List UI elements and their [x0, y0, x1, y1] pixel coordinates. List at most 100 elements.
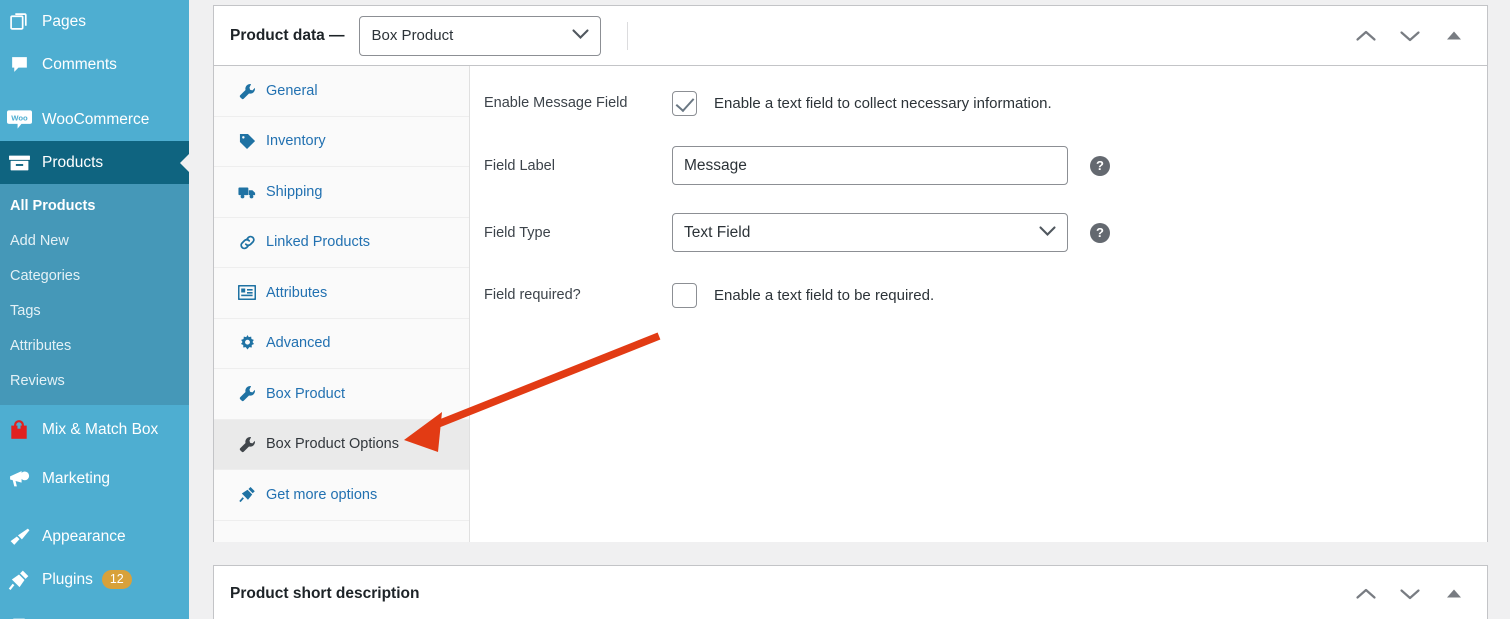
- move-down-button[interactable]: [1393, 577, 1427, 611]
- sidebar-item-label: Products: [42, 153, 104, 171]
- wrench-icon: [236, 436, 258, 453]
- sidebar-item-marketing[interactable]: Marketing: [0, 454, 189, 503]
- sidebar-item-partial[interactable]: [0, 601, 189, 619]
- enable-message-description: Enable a text field to collect necessary…: [714, 94, 1052, 112]
- tab-get-more-options[interactable]: Get more options: [214, 470, 469, 521]
- tab-advanced[interactable]: Advanced: [214, 318, 469, 369]
- short-description-panel: Product short description: [213, 565, 1488, 619]
- field-row-field-label: Field Label ?: [484, 146, 1487, 185]
- submenu-item-all-products[interactable]: All Products: [0, 189, 189, 224]
- submenu-item-reviews[interactable]: Reviews: [0, 364, 189, 399]
- bag-icon: [2, 419, 36, 441]
- field-label-field-type: Field Type: [484, 224, 551, 241]
- submenu-item-categories[interactable]: Categories: [0, 259, 189, 294]
- content-area: Product data — Box Product General Inven…: [189, 0, 1510, 619]
- link-icon: [236, 234, 258, 251]
- sidebar-item-label: Mix & Match Box: [42, 420, 159, 438]
- short-description-title: Product short description: [230, 584, 420, 602]
- box-product-options-fields: Enable Message Field Enable a text field…: [470, 66, 1487, 542]
- product-type-select-wrapper: Box Product: [358, 15, 601, 56]
- tag-icon: [236, 133, 258, 150]
- sidebar-item-label: Marketing: [42, 469, 111, 487]
- tab-label: Inventory: [266, 133, 326, 150]
- tab-attributes[interactable]: Attributes: [214, 268, 469, 319]
- sidebar-item-products[interactable]: Products: [0, 141, 189, 184]
- plug-icon: [236, 486, 258, 503]
- tab-inventory[interactable]: Inventory: [214, 116, 469, 167]
- paintbrush-icon: [2, 526, 36, 548]
- sidebar-item-label: Plugins: [42, 570, 93, 588]
- tab-box-product-options[interactable]: Box Product Options: [214, 419, 469, 470]
- submenu-item-attributes[interactable]: Attributes: [0, 329, 189, 364]
- sidebar-item-appearance[interactable]: Appearance: [0, 515, 189, 558]
- product-data-tabs: General Inventory Shipping Linked Produc…: [214, 66, 470, 542]
- header-divider: [626, 21, 628, 50]
- tab-linked-products[interactable]: Linked Products: [214, 217, 469, 268]
- sidebar-item-label: Pages: [42, 12, 86, 30]
- field-label-enable-message: Enable Message Field: [484, 95, 628, 111]
- tools-icon: [2, 612, 36, 619]
- toggle-panel-button[interactable]: [1437, 19, 1471, 53]
- sidebar-item-label: WooCommerce: [42, 110, 150, 128]
- product-data-body: General Inventory Shipping Linked Produc…: [214, 66, 1487, 542]
- move-down-button[interactable]: [1393, 19, 1427, 53]
- tab-label: Attributes: [266, 284, 328, 301]
- tab-label: Advanced: [266, 335, 331, 352]
- panel-handles: [1349, 19, 1479, 53]
- move-up-button[interactable]: [1349, 19, 1383, 53]
- field-required-description: Enable a text field to be required.: [714, 286, 935, 304]
- woocommerce-icon: Woo: [2, 109, 36, 131]
- sidebar-item-label: Appearance: [42, 527, 126, 545]
- field-type-select-wrapper: Text Field: [672, 213, 1068, 252]
- short-description-header: Product short description: [214, 566, 1487, 619]
- sidebar-item-plugins[interactable]: Plugins 12: [0, 558, 189, 601]
- truck-icon: [236, 184, 258, 200]
- products-submenu: All Products Add New Categories Tags Att…: [0, 184, 189, 405]
- toggle-panel-button[interactable]: [1437, 577, 1471, 611]
- pages-icon: [2, 11, 36, 32]
- panel-handles: [1349, 577, 1479, 611]
- tab-label: General: [266, 83, 318, 100]
- help-icon[interactable]: ?: [1090, 155, 1110, 176]
- submenu-item-add-new[interactable]: Add New: [0, 224, 189, 259]
- submenu-item-tags[interactable]: Tags: [0, 294, 189, 329]
- field-required-checkbox[interactable]: [672, 282, 697, 308]
- sidebar-item-woocommerce[interactable]: Woo WooCommerce: [0, 98, 189, 141]
- attributes-icon: [236, 285, 258, 301]
- enable-message-checkbox[interactable]: [672, 90, 697, 116]
- field-label-field-label: Field Label: [484, 157, 555, 174]
- sidebar-item-label: Comments: [42, 55, 117, 73]
- tab-box-product[interactable]: Box Product: [214, 369, 469, 420]
- tab-label: Box Product Options: [266, 436, 399, 453]
- gear-icon: [236, 334, 258, 352]
- field-type-select[interactable]: Text Field: [672, 213, 1068, 252]
- product-data-panel: Product data — Box Product General Inven…: [213, 5, 1488, 542]
- products-icon: [2, 152, 36, 174]
- tab-label: Box Product: [266, 385, 345, 402]
- field-label-field-required: Field required?: [484, 287, 581, 303]
- comments-icon: [2, 54, 36, 75]
- field-row-enable-message: Enable Message Field Enable a text field…: [484, 88, 1487, 118]
- sidebar-item-comments[interactable]: Comments: [0, 43, 189, 86]
- help-icon[interactable]: ?: [1090, 222, 1110, 243]
- sidebar-item-mix-match-box[interactable]: Mix & Match Box: [0, 405, 189, 454]
- tab-label: Linked Products: [266, 234, 370, 251]
- admin-sidebar: Pages Comments Woo WooCommerce Products …: [0, 0, 189, 619]
- plug-icon: [2, 569, 36, 591]
- field-label-input[interactable]: [672, 146, 1068, 185]
- plugins-update-badge: 12: [101, 570, 132, 589]
- tab-shipping[interactable]: Shipping: [214, 167, 469, 218]
- tab-label: Get more options: [266, 486, 378, 503]
- tab-general[interactable]: General: [214, 66, 469, 117]
- svg-text:Woo: Woo: [11, 113, 28, 122]
- megaphone-icon: [2, 468, 36, 490]
- move-up-button[interactable]: [1349, 577, 1383, 611]
- wrench-icon: [236, 83, 258, 100]
- field-row-field-type: Field Type Text Field ?: [484, 213, 1487, 252]
- product-type-select[interactable]: Box Product: [358, 15, 601, 56]
- sidebar-item-pages[interactable]: Pages: [0, 0, 189, 43]
- product-data-header: Product data — Box Product: [214, 6, 1487, 66]
- wrench-icon: [236, 385, 258, 402]
- field-row-field-required: Field required? Enable a text field to b…: [484, 280, 1487, 310]
- tab-label: Shipping: [266, 183, 323, 200]
